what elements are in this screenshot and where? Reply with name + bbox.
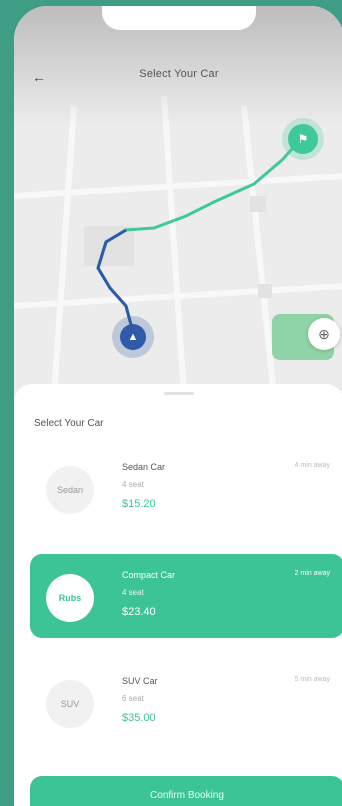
car-price: $15.20 — [122, 498, 156, 510]
car-option-sedan[interactable]: Sedan Sedan Car 4 seat $15.20 4 min away — [30, 446, 342, 530]
car-selection-sheet: Select Your Car Sedan Sedan Car 4 seat $… — [14, 384, 342, 806]
flag-icon: ⚑ — [297, 132, 309, 146]
destination-marker[interactable]: ⚑ — [288, 124, 318, 154]
car-name: Sedan Car — [122, 462, 166, 472]
crosshair-icon: ⊕ — [318, 326, 330, 342]
car-seats: 4 seat — [122, 588, 144, 597]
car-eta: 4 min away — [294, 462, 330, 469]
car-price: $35.00 — [122, 712, 156, 724]
car-name: Compact Car — [122, 570, 176, 580]
sheet-drag-handle[interactable] — [164, 392, 194, 395]
phone-frame: ⚑ ▲ ⊕ ← Select Your Car Select Your Car … — [14, 6, 342, 806]
car-eta: 2 min away — [294, 570, 330, 577]
car-seats: 6 seat — [122, 694, 144, 703]
car-seats: 4 seat — [122, 480, 144, 489]
page-title: Select Your Car — [139, 68, 219, 80]
car-image: Sedan — [46, 466, 94, 514]
confirm-booking-button[interactable]: Confirm Booking — [30, 776, 342, 806]
car-eta: 5 min away — [294, 676, 330, 683]
phone-notch — [102, 6, 256, 30]
car-image: Rubs — [46, 574, 94, 622]
locate-button[interactable]: ⊕ — [308, 318, 340, 350]
section-title: Select Your Car — [34, 418, 104, 429]
car-name: SUV Car — [122, 676, 158, 686]
car-image: SUV — [46, 680, 94, 728]
car-option-suv[interactable]: SUV SUV Car 6 seat $35.00 5 min away — [30, 660, 342, 744]
car-price: $23.40 — [122, 606, 156, 618]
navigation-arrow-icon: ▲ — [127, 331, 139, 343]
page-header: ← Select Your Car — [14, 62, 342, 92]
car-option-compact[interactable]: Rubs Compact Car 4 seat $23.40 2 min awa… — [30, 554, 342, 638]
origin-marker[interactable]: ▲ — [120, 324, 146, 350]
